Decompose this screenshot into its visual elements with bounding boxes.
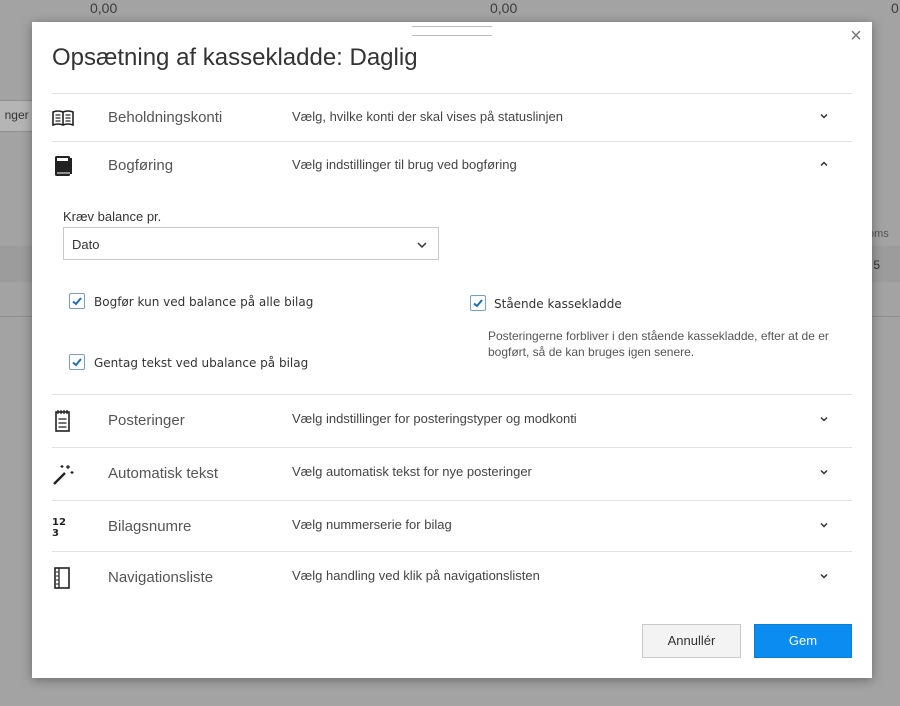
section-beholdningskonti[interactable]: Beholdningskonti Vælg, hvilke konti der … <box>52 93 852 142</box>
cancel-button[interactable]: Annullér <box>642 624 741 658</box>
bg-amount: 0 <box>891 0 899 16</box>
chevron-down-icon[interactable] <box>818 570 830 582</box>
bg-amount: 0,00 <box>90 0 118 16</box>
list-panel-icon <box>54 567 70 589</box>
book-icon <box>52 110 74 127</box>
section-bilagsnumre[interactable]: 1 2 3 Bilagsnumre Vælg nummerserie for b… <box>52 500 852 551</box>
section-automatisk-tekst[interactable]: Automatisk tekst Vælg automatisk tekst f… <box>52 447 852 500</box>
standing-journal-checkbox[interactable] <box>470 295 486 311</box>
checkmark-icon <box>473 299 483 308</box>
numbers-icon: 1 2 3 <box>52 517 66 539</box>
bg-side-button: nger <box>0 100 33 132</box>
section-title: Beholdningskonti <box>108 109 223 126</box>
checkmark-icon <box>72 358 82 367</box>
chevron-up-icon[interactable] <box>818 158 830 170</box>
section-title: Posteringer <box>108 412 185 429</box>
section-description: Vælg automatisk tekst for nye posteringe… <box>292 464 532 479</box>
balance-select-value: Dato <box>72 237 100 252</box>
standing-journal-label[interactable]: Stående kassekladde <box>494 297 622 311</box>
section-description: Vælg indstillinger til brug ved bogførin… <box>292 157 517 172</box>
close-icon[interactable]: × <box>846 26 866 46</box>
bg-amount: 0,00 <box>490 0 518 16</box>
drag-handle[interactable] <box>412 26 492 36</box>
section-title: Bilagsnumre <box>108 518 192 535</box>
chevron-down-icon <box>417 242 427 249</box>
repeat-text-checkbox[interactable] <box>69 354 85 370</box>
section-title: Navigationsliste <box>108 569 214 586</box>
section-navigationsliste[interactable]: Navigationsliste Vælg handling ved klik … <box>52 551 852 600</box>
svg-text:1: 1 <box>52 517 59 528</box>
dialog-title: Opsætning af kassekladde: Daglig <box>52 44 418 71</box>
section-title: Automatisk tekst <box>108 465 219 482</box>
ledger-icon <box>55 156 72 176</box>
section-description: Vælg handling ved klik på navigationslis… <box>292 568 540 583</box>
chevron-down-icon[interactable] <box>818 519 830 531</box>
chevron-down-icon[interactable] <box>818 110 830 122</box>
checkmark-icon <box>72 297 82 306</box>
section-description: Vælg, hvilke konti der skal vises på sta… <box>292 109 563 124</box>
magic-wand-icon <box>53 465 74 485</box>
section-description: Vælg nummerserie for bilag <box>292 517 452 532</box>
setup-dialog: × Opsætning af kassekladde: Daglig Behol… <box>32 22 872 678</box>
standing-journal-help: Posteringerne forbliver i den stående ka… <box>488 329 829 359</box>
chevron-down-icon[interactable] <box>818 413 830 425</box>
chevron-down-icon[interactable] <box>818 466 830 478</box>
bg-value: 5 <box>873 258 880 272</box>
balance-all-label[interactable]: Bogfør kun ved balance på alle bilag <box>94 295 313 309</box>
balance-label: Kræv balance pr. <box>63 209 162 224</box>
section-title: Bogføring <box>108 157 174 174</box>
section-bogforing-header[interactable]: Bogføring Vælg indstillinger til brug ve… <box>52 142 852 190</box>
balance-select[interactable]: Dato <box>63 227 439 260</box>
balance-all-checkbox[interactable] <box>69 293 85 309</box>
save-button[interactable]: Gem <box>754 624 852 658</box>
repeat-text-label[interactable]: Gentag tekst ved ubalance på bilag <box>94 356 308 370</box>
section-posteringer[interactable]: Posteringer Vælg indstillinger for poste… <box>52 394 852 447</box>
notepad-icon <box>55 410 70 432</box>
svg-text:2: 2 <box>59 517 66 528</box>
section-description: Vælg indstillinger for posteringstyper o… <box>292 411 577 426</box>
svg-text:3: 3 <box>52 528 59 539</box>
bg-column-header: oms <box>868 228 889 240</box>
